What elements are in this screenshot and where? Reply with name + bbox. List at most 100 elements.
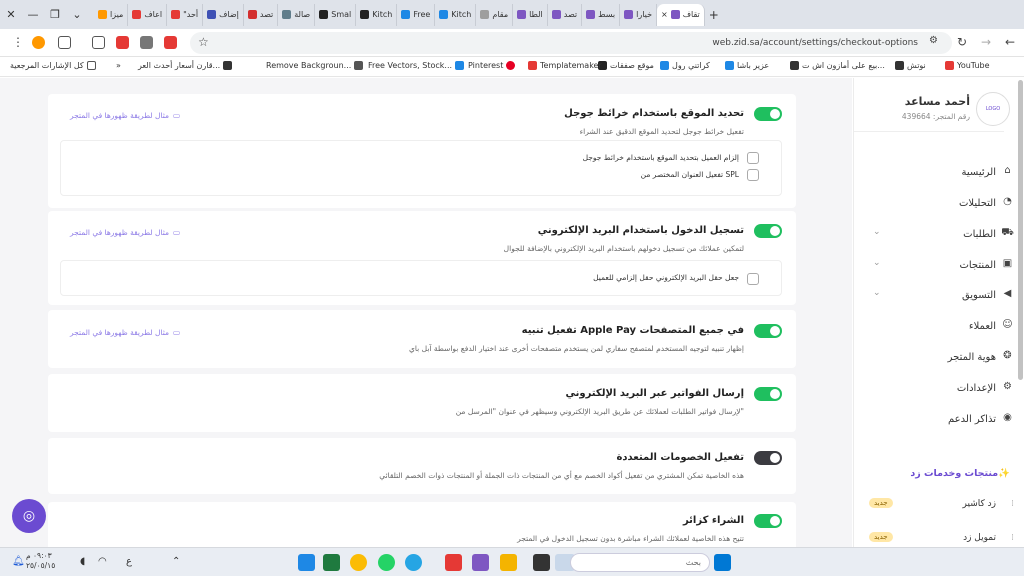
sidebar-item-orders[interactable]: الطلبات ⛟ ⌄ bbox=[853, 224, 1024, 244]
taskbar-search[interactable]: بحث bbox=[570, 553, 710, 572]
spl-short-address-checkbox[interactable] bbox=[747, 169, 759, 181]
new-tab-button[interactable]: + bbox=[705, 4, 723, 26]
require-email-checkbox[interactable] bbox=[747, 273, 759, 285]
extension-icon[interactable] bbox=[164, 36, 177, 49]
browser-tab[interactable]: تصد bbox=[548, 3, 583, 26]
profile-icon[interactable] bbox=[32, 36, 45, 49]
sidebar-item-analytics[interactable]: التحليلات ◔ bbox=[853, 193, 1024, 213]
sidebar-item-customers[interactable]: العملاء ☺ bbox=[853, 316, 1024, 336]
notification-bell-icon[interactable]: 🔔︎ bbox=[12, 556, 25, 567]
sidebar-item-settings[interactable]: الإعدادات ⚙ bbox=[853, 378, 1024, 398]
preview-link[interactable]: مثال لطريقة ظهورها في المتجر ▭ bbox=[70, 228, 180, 237]
bookmark-item[interactable]: بيع على أمازون اش ت... bbox=[790, 61, 885, 70]
browser-tab-strip: ✕ — ❐ ⌄ ميزا اعاف "أحد إضاف تصد صالة Sma… bbox=[0, 0, 1024, 29]
chrome-icon[interactable] bbox=[350, 554, 367, 571]
wifi-icon[interactable]: ◠ bbox=[98, 556, 107, 567]
extension-icon[interactable] bbox=[140, 36, 153, 49]
browser-tab[interactable]: صالة bbox=[278, 3, 316, 26]
bookmark-icon bbox=[354, 61, 364, 70]
restore-window-icon[interactable]: ❐ bbox=[44, 8, 66, 21]
site-settings-icon[interactable]: ⚙ bbox=[929, 35, 938, 46]
sidebar-item-store-identity[interactable]: هوية المتجر ❂ bbox=[853, 347, 1024, 367]
bookmark-pinterest[interactable]: Pinterest bbox=[468, 61, 516, 70]
extensions-puzzle-icon[interactable] bbox=[92, 36, 105, 49]
app-icon[interactable] bbox=[445, 554, 462, 571]
browser-tab[interactable]: الطا bbox=[513, 3, 548, 26]
browser-tab[interactable]: Kitch bbox=[435, 3, 477, 26]
bookmark-youtube[interactable]: YouTube bbox=[945, 61, 990, 70]
extension-icon[interactable] bbox=[116, 36, 129, 49]
system-clock[interactable]: ٠٩:٠٣ م ٢٥/٠٥/١٥ bbox=[26, 551, 55, 571]
sidebar-toggle-icon[interactable] bbox=[58, 36, 71, 49]
support-icon: ◉ bbox=[1003, 412, 1012, 423]
app-icon[interactable] bbox=[472, 554, 489, 571]
browser-tab[interactable]: بسط bbox=[582, 3, 621, 26]
browser-tab[interactable]: ميزا bbox=[94, 3, 129, 26]
bookmark-item[interactable]: كراتني رول bbox=[660, 61, 710, 70]
back-icon[interactable]: ← bbox=[1005, 35, 1015, 49]
sidebar-item-products[interactable]: المنتجات ▣ ⌄ bbox=[853, 255, 1024, 275]
browser-tab[interactable]: تصد bbox=[244, 3, 279, 26]
url-input[interactable]: web.zid.sa/account/settings/checkout-opt… bbox=[190, 32, 952, 54]
close-window-icon[interactable]: ✕ bbox=[0, 8, 22, 21]
chevron-down-icon: ⌄ bbox=[873, 258, 881, 268]
store-profile[interactable]: LOGO أحمد مساعد رقم المتجر: 439664 bbox=[875, 92, 1010, 132]
whatsapp-icon[interactable] bbox=[378, 554, 395, 571]
browser-tab[interactable]: إضاف bbox=[203, 3, 244, 26]
app-icon[interactable] bbox=[533, 554, 550, 571]
browser-tab[interactable]: اعاف bbox=[128, 3, 168, 26]
google-maps-toggle[interactable] bbox=[754, 107, 782, 121]
multiple-discounts-toggle[interactable] bbox=[754, 451, 782, 465]
preview-link[interactable]: مثال لطريقة ظهورها في المتجر ▭ bbox=[70, 111, 180, 120]
guest-checkout-toggle[interactable] bbox=[754, 514, 782, 528]
page-scrollbar[interactable] bbox=[1018, 80, 1023, 380]
sidebar-item-marketing[interactable]: التسويق ◀ ⌄ bbox=[853, 285, 1024, 305]
chat-support-button[interactable]: ◎ bbox=[12, 499, 46, 533]
youtube-icon bbox=[945, 61, 954, 70]
volume-icon[interactable]: ◖ bbox=[80, 556, 85, 567]
bookmarks-overflow-icon[interactable]: » bbox=[116, 61, 121, 70]
bookmark-icon bbox=[223, 61, 233, 70]
browser-tab[interactable]: "أحد bbox=[167, 3, 204, 26]
bookmark-item[interactable]: Free Vectors, Stock... bbox=[368, 61, 465, 70]
browser-tab[interactable]: Smal bbox=[315, 3, 357, 26]
all-bookmarks[interactable]: كل الإشارات المرجعية bbox=[10, 61, 96, 70]
email-invoices-toggle[interactable] bbox=[754, 387, 782, 401]
excel-icon[interactable] bbox=[323, 554, 340, 571]
bookmark-item[interactable]: عزير باشا bbox=[725, 61, 769, 70]
gear-icon: ⚙ bbox=[1003, 381, 1012, 392]
preview-link[interactable]: مثال لطريقة ظهورها في المتجر ▭ bbox=[70, 328, 180, 337]
bookmark-item[interactable]: نوتش bbox=[895, 61, 926, 70]
reload-icon[interactable]: ↻ bbox=[957, 35, 967, 49]
minimize-window-icon[interactable]: — bbox=[22, 8, 44, 21]
bookmark-item[interactable]: قارن أسعار أحدث العر... bbox=[138, 61, 233, 70]
sidebar-item-home[interactable]: الرئيسية ⌂ bbox=[853, 162, 1024, 182]
browser-tab-active[interactable]: × تقاف bbox=[657, 3, 705, 26]
file-explorer-icon[interactable] bbox=[500, 554, 517, 571]
bookmark-item[interactable]: Templatemaker bbox=[528, 61, 602, 70]
setting-title: إرسال الفواتير عبر البريد الإلكتروني bbox=[565, 388, 745, 399]
language-indicator[interactable]: ع bbox=[126, 556, 132, 567]
tray-chevron-icon[interactable]: ⌃ bbox=[172, 556, 180, 567]
apple-pay-alert-toggle[interactable] bbox=[754, 324, 782, 338]
browser-tab[interactable]: Kitch bbox=[356, 3, 398, 26]
app-icon[interactable] bbox=[298, 554, 315, 571]
bookmark-item[interactable]: موقع صفقات bbox=[598, 61, 654, 70]
store-number: رقم المتجر: 439664 bbox=[901, 112, 970, 121]
windows-start-icon[interactable] bbox=[714, 554, 731, 571]
tab-search-icon[interactable]: ⌄ bbox=[66, 8, 88, 21]
sidebar-item-support-tickets[interactable]: تذاكر الدعم ◉ bbox=[853, 409, 1024, 429]
sidebar-product-zid-cashier[interactable]: زد كاشير ⁞ جديد bbox=[853, 496, 1024, 516]
menu-dots-icon[interactable]: ⋮ bbox=[12, 35, 24, 49]
browser-tab[interactable]: Free bbox=[397, 3, 436, 26]
forward-icon[interactable]: → bbox=[981, 35, 991, 49]
require-map-location-checkbox[interactable] bbox=[747, 152, 759, 164]
browser-tab[interactable]: مقام bbox=[476, 3, 514, 26]
browser-tab[interactable]: خيارا bbox=[620, 3, 658, 26]
bookmark-item[interactable]: Remove Backgroun... bbox=[266, 61, 364, 70]
email-login-toggle[interactable] bbox=[754, 224, 782, 238]
tab-favicon-icon bbox=[439, 10, 449, 19]
telegram-icon[interactable] bbox=[405, 554, 422, 571]
bookmark-star-icon[interactable]: ☆ bbox=[198, 35, 209, 49]
bookmarks-bar: YouTube نوتش بيع على أمازون اش ت... عزير… bbox=[0, 57, 1024, 77]
